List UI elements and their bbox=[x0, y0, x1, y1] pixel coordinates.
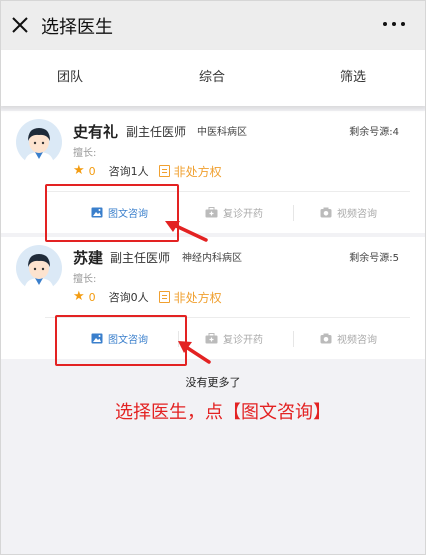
rating-value: 0 bbox=[88, 290, 96, 304]
action-separator bbox=[293, 331, 294, 347]
doctor-name: 史有礼 bbox=[73, 123, 119, 141]
tab-team[interactable]: 团队 bbox=[10, 50, 130, 106]
doctor-stats: ★ 0 咨询1人 非处方权 bbox=[73, 163, 222, 179]
medicine-box-icon bbox=[205, 206, 218, 217]
camera-icon bbox=[320, 207, 332, 217]
highlight-box bbox=[45, 184, 179, 242]
doctor-title: 副主任医师 bbox=[126, 125, 187, 139]
prescription-icon bbox=[158, 165, 170, 177]
rating-value: 0 bbox=[88, 164, 96, 178]
prescription-renewal-label: 复诊开药 bbox=[223, 334, 263, 346]
prescription-renewal-button[interactable]: 复诊开药 bbox=[205, 192, 263, 232]
arrow-icon bbox=[165, 221, 208, 242]
consult-count: 咨询0人 bbox=[108, 291, 149, 304]
video-consult-button[interactable]: 视频咨询 bbox=[320, 318, 377, 358]
remaining-slots: 剩余号源:5 bbox=[349, 253, 399, 264]
highlight-box bbox=[55, 315, 187, 366]
doctor-department: 神经内科病区 bbox=[182, 253, 242, 264]
prescription-status: 非处方权 bbox=[173, 290, 222, 305]
prescription-status: 非处方权 bbox=[173, 164, 222, 179]
star-icon: ★ bbox=[73, 289, 85, 304]
doctor-stats: ★ 0 咨询0人 非处方权 bbox=[73, 289, 222, 305]
doctor-avatar bbox=[16, 245, 62, 291]
action-separator bbox=[293, 205, 294, 221]
doctor-department: 中医科病区 bbox=[197, 127, 247, 138]
instruction-annotation: 选择医生，点【图文咨询】 bbox=[115, 402, 331, 423]
close-icon[interactable] bbox=[10, 15, 30, 35]
doctor-avatar bbox=[16, 119, 62, 165]
doctor-name: 苏建 bbox=[73, 249, 104, 267]
tab-comprehensive[interactable]: 综合 bbox=[152, 50, 272, 106]
title-bar: 选择医生 bbox=[0, 0, 426, 50]
specialty-label: 擅长: bbox=[73, 148, 97, 159]
video-consult-button[interactable]: 视频咨询 bbox=[320, 192, 377, 232]
consult-count: 咨询1人 bbox=[108, 165, 149, 178]
page-title: 选择医生 bbox=[41, 17, 113, 38]
filter-tabs: 团队 综合 筛选 bbox=[0, 50, 426, 106]
tab-filter[interactable]: 筛选 bbox=[293, 50, 413, 106]
camera-icon bbox=[320, 333, 332, 343]
video-consult-label: 视频咨询 bbox=[337, 334, 377, 346]
doctor-title: 副主任医师 bbox=[110, 251, 171, 265]
more-icon[interactable] bbox=[383, 22, 405, 26]
list-end-text: 没有更多了 bbox=[185, 376, 241, 389]
specialty-label: 擅长: bbox=[73, 274, 97, 285]
remaining-slots: 剩余号源:4 bbox=[349, 127, 399, 138]
video-consult-label: 视频咨询 bbox=[337, 208, 377, 220]
arrow-icon bbox=[178, 341, 211, 364]
prescription-icon bbox=[158, 291, 170, 303]
star-icon: ★ bbox=[73, 163, 85, 178]
prescription-renewal-label: 复诊开药 bbox=[223, 208, 263, 220]
